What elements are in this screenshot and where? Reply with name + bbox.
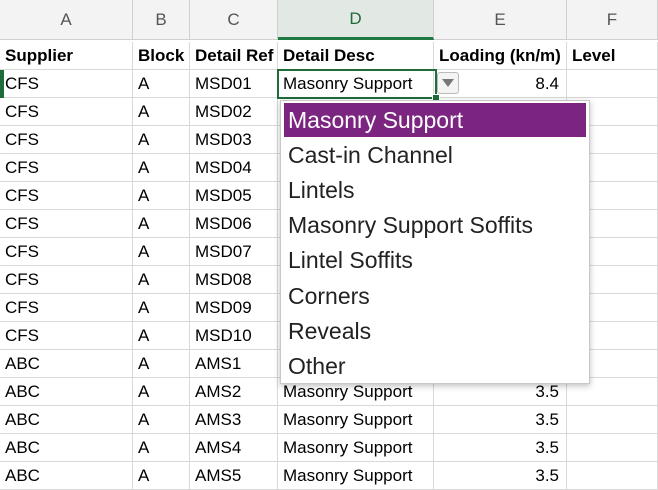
cell-level[interactable] [567,70,658,98]
dropdown-option[interactable]: Corners [284,279,586,313]
cell-block[interactable]: A [133,266,190,294]
cell-block[interactable]: A [133,294,190,322]
cell-detail-ref[interactable]: MSD01 [190,70,278,98]
cell-supplier[interactable]: ABC [0,406,133,434]
cell-supplier[interactable]: CFS [0,126,133,154]
cell-block[interactable]: A [133,406,190,434]
chevron-down-icon [442,79,454,87]
column-header-c[interactable]: C [190,0,278,40]
dropdown-option[interactable]: Lintel Soffits [284,244,586,278]
cell-detail-desc[interactable]: Masonry Support [278,462,434,490]
cell-detail-ref[interactable]: MSD07 [190,238,278,266]
cell-detail-ref[interactable]: MSD06 [190,210,278,238]
cell-detail-desc[interactable]: Masonry Support [278,70,434,98]
dropdown-option[interactable]: Other [284,349,586,383]
cell-supplier[interactable]: CFS [0,322,133,350]
cell-block[interactable]: A [133,322,190,350]
cell-detail-ref[interactable]: MSD03 [190,126,278,154]
cell-block[interactable]: A [133,462,190,490]
cell-supplier[interactable]: ABC [0,434,133,462]
cell-supplier[interactable]: CFS [0,98,133,126]
cell-block[interactable]: A [133,378,190,406]
dropdown-option[interactable]: Reveals [284,314,586,348]
dropdown-option[interactable]: Masonry Support [284,103,586,137]
cell-detail-ref[interactable]: MSD08 [190,266,278,294]
column-header-a[interactable]: A [0,0,133,40]
column-header-f[interactable]: F [567,0,658,40]
cell-level[interactable] [567,406,658,434]
dropdown-option[interactable]: Masonry Support Soffits [284,209,586,243]
cell-supplier[interactable]: CFS [0,210,133,238]
cell-block[interactable]: A [133,154,190,182]
cell-detail-ref[interactable]: MSD02 [190,98,278,126]
cell-block[interactable]: A [133,350,190,378]
spreadsheet-grid: ABCDEF Supplier Block Detail Ref Detail Des… [0,0,658,490]
cell-supplier[interactable]: ABC [0,462,133,490]
header-cell-detail-ref[interactable]: Detail Ref [190,42,278,70]
cell-supplier[interactable]: CFS [0,294,133,322]
column-header-d[interactable]: D [278,0,434,40]
cell-supplier[interactable]: CFS [0,154,133,182]
active-row-marker [0,70,4,98]
cell-detail-ref[interactable]: AMS3 [190,406,278,434]
cell-detail-ref[interactable]: AMS1 [190,350,278,378]
header-cell-supplier[interactable]: Supplier [0,42,133,70]
cell-supplier[interactable]: ABC [0,378,133,406]
cell-loading[interactable]: 3.5 [434,434,567,462]
cell-loading[interactable]: 3.5 [434,462,567,490]
cell-block[interactable]: A [133,182,190,210]
cell-detail-ref[interactable]: AMS2 [190,378,278,406]
dropdown-option[interactable]: Cast-in Channel [284,138,586,172]
cell-block[interactable]: A [133,434,190,462]
dropdown-option[interactable]: Lintels [284,173,586,207]
cell-detail-desc[interactable]: Masonry Support [278,434,434,462]
cell-level[interactable] [567,462,658,490]
validation-dropdown-list: Masonry Support Cast-in Channel Lintels Mas… [280,100,590,384]
cell-detail-desc[interactable]: Masonry Support [278,406,434,434]
column-header-b[interactable]: B [133,0,190,40]
dropdown-arrow-button[interactable] [437,72,459,94]
cell-detail-ref[interactable]: MSD10 [190,322,278,350]
header-cell-block[interactable]: Block [133,42,190,70]
cell-block[interactable]: A [133,210,190,238]
cell-block[interactable]: A [133,98,190,126]
header-cell-loading[interactable]: Loading (kn/m) [434,42,567,70]
cell-supplier[interactable]: CFS [0,266,133,294]
cell-detail-ref[interactable]: MSD04 [190,154,278,182]
cell-detail-ref[interactable]: MSD05 [190,182,278,210]
cell-detail-ref[interactable]: MSD09 [190,294,278,322]
cell-supplier[interactable]: ABC [0,350,133,378]
cell-loading[interactable]: 3.5 [434,406,567,434]
cell-detail-ref[interactable]: AMS5 [190,462,278,490]
header-cell-level[interactable]: Level [567,42,658,70]
cell-level[interactable] [567,434,658,462]
cell-supplier[interactable]: CFS [0,238,133,266]
cell-detail-ref[interactable]: AMS4 [190,434,278,462]
cell-supplier[interactable]: CFS [0,70,133,98]
cell-supplier[interactable]: CFS [0,182,133,210]
cell-block[interactable]: A [133,238,190,266]
column-header-e[interactable]: E [434,0,567,40]
cell-block[interactable]: A [133,70,190,98]
header-cell-detail-desc[interactable]: Detail Desc [278,42,434,70]
cell-block[interactable]: A [133,126,190,154]
